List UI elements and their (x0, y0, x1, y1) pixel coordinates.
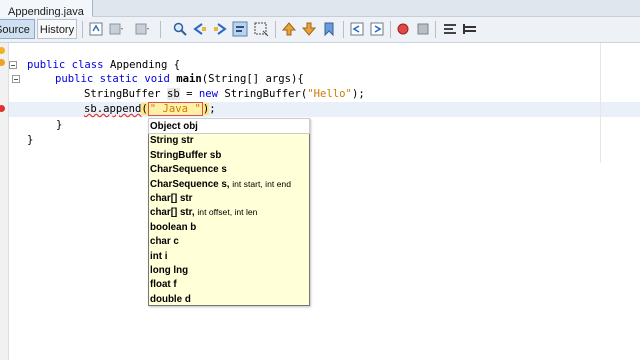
closing-brace: } (27, 134, 34, 146)
record-macro-icon[interactable] (395, 21, 411, 37)
completion-item-label: CharSequence s (150, 164, 227, 176)
rectangular-selection-icon[interactable] (253, 21, 269, 37)
keyword: class (71, 59, 104, 71)
completion-item-label: char c (150, 236, 179, 248)
statement-end: ; (209, 103, 216, 115)
keyword: void (144, 73, 170, 85)
keyword: public (27, 59, 66, 71)
code-line-4: sb.append(" Java "); (84, 102, 216, 116)
shift-left-icon[interactable] (349, 21, 365, 37)
toolbar-separator (160, 21, 161, 38)
previous-bookmark-icon[interactable] (281, 21, 297, 37)
file-tab-appending[interactable]: Appending.java (0, 0, 93, 18)
code-line-2: public static void main(String[] args){ (55, 72, 304, 86)
completion-item-label: double d (150, 293, 191, 305)
class-declaration: Appending { (103, 59, 181, 71)
line-gutter (0, 43, 9, 360)
keyword: static (99, 73, 138, 85)
completion-item-label: String str (150, 135, 194, 147)
completion-item[interactable]: int i (149, 249, 309, 263)
method-name: main (176, 73, 202, 85)
completion-item[interactable]: long lng (149, 263, 309, 277)
toolbar-separator (275, 21, 276, 38)
history-tab[interactable]: History (37, 19, 77, 39)
completion-item-label: float f (150, 279, 177, 291)
keyword: public (55, 73, 94, 85)
code-line-3: StringBuffer sb = new StringBuffer("Hell… (84, 87, 365, 101)
constructor-call: StringBuffer( (217, 88, 308, 100)
completion-item-label: StringBuffer sb (150, 149, 222, 161)
open-paren: ( (141, 103, 148, 115)
right-margin-line (600, 43, 601, 163)
code-line-5: } (56, 118, 62, 132)
keyword: new (198, 88, 218, 100)
method-params: (String[] args){ (201, 73, 304, 85)
completion-item-label: char[] str, (150, 207, 198, 219)
uncomment-icon[interactable] (462, 21, 478, 37)
completion-item-label: int i (150, 250, 168, 262)
completion-item-label: Object obj (150, 121, 198, 132)
next-bookmark-icon[interactable] (301, 21, 317, 37)
statement-end: ); (351, 88, 365, 100)
completion-item-label: CharSequence s, (150, 178, 233, 190)
code-completion-popup[interactable]: Object obj String str StringBuffer sb Ch… (148, 117, 310, 306)
toolbar-separator (390, 21, 391, 38)
code-line-6: } (27, 133, 33, 147)
code-line-1: public class Appending { (27, 58, 180, 72)
completion-item[interactable]: boolean b (149, 220, 309, 234)
completion-item-label: char[] str (150, 192, 193, 204)
find-previous-icon[interactable] (192, 21, 208, 37)
completion-item-label: long lng (150, 264, 189, 276)
editor-toolbar: Source History (0, 17, 640, 43)
completion-item[interactable]: char[] str, int offset, int len (149, 205, 309, 219)
argument-field[interactable]: " Java " (147, 102, 203, 116)
editor-tab-strip: Appending.java (0, 0, 640, 18)
last-edit-icon[interactable] (88, 21, 104, 37)
find-icon[interactable] (172, 21, 188, 37)
variable-sb: sb (166, 88, 180, 100)
toolbar-separator (343, 21, 344, 38)
completion-item[interactable]: Object obj (148, 117, 310, 135)
toolbar-separator (82, 21, 83, 38)
source-tab[interactable]: Source (0, 19, 35, 39)
completion-item[interactable]: double d (149, 292, 309, 306)
find-next-icon[interactable] (212, 21, 228, 37)
assignment: = (179, 88, 199, 100)
toggle-highlight-icon[interactable] (232, 21, 248, 37)
completion-item[interactable]: float f (149, 277, 309, 291)
fold-toggle-icon[interactable] (9, 61, 17, 69)
back-icon[interactable] (108, 21, 124, 37)
completion-item-params: int offset, int len (197, 207, 258, 218)
completion-item[interactable]: CharSequence s (149, 162, 309, 176)
string-literal: "Hello" (307, 88, 352, 100)
toggle-bookmark-icon[interactable] (321, 21, 337, 37)
type-name: StringBuffer (84, 88, 161, 100)
completion-item[interactable]: StringBuffer sb (149, 148, 309, 162)
completion-item[interactable]: CharSequence s, int start, int end (149, 177, 309, 191)
toolbar-separator (435, 21, 436, 38)
stop-macro-icon[interactable] (415, 21, 431, 37)
completion-item[interactable]: char c (149, 234, 309, 248)
completion-item-label: boolean b (150, 221, 197, 233)
closing-brace: } (56, 119, 63, 131)
method-call: sb.append (84, 103, 142, 115)
completion-item-params: int start, int end (232, 178, 291, 189)
completion-item[interactable]: char[] str (149, 191, 309, 205)
fold-toggle-icon[interactable] (12, 75, 20, 83)
shift-right-icon[interactable] (369, 21, 385, 37)
completion-item[interactable]: String str (149, 133, 309, 147)
comment-icon[interactable] (442, 21, 458, 37)
forward-icon[interactable] (134, 21, 150, 37)
